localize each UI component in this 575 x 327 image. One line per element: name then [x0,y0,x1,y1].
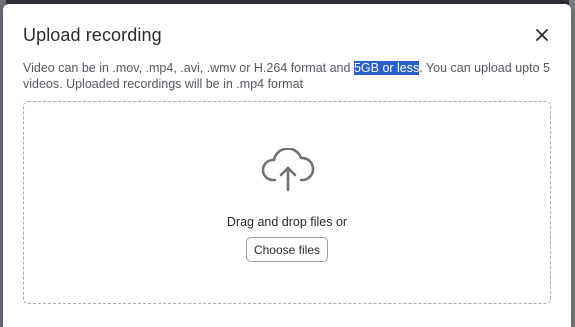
cloud-upload-icon [261,148,315,192]
file-dropzone[interactable]: Drag and drop files or Choose files [23,101,551,304]
close-button[interactable] [535,28,549,42]
description-text-start: Video can be in .mov, .mp4, .avi, .wmv o… [23,61,354,75]
description-highlighted-size-limit: 5GB or less [353,61,420,75]
close-icon [536,29,548,41]
upload-recording-dialog: Upload recording Video can be in .mov, .… [3,4,571,327]
dialog-title: Upload recording [23,25,162,45]
dialog-description: Video can be in .mov, .mp4, .avi, .wmv o… [23,60,553,92]
drag-and-drop-label: Drag and drop files or [226,215,348,229]
choose-files-button[interactable]: Choose files [246,237,328,262]
